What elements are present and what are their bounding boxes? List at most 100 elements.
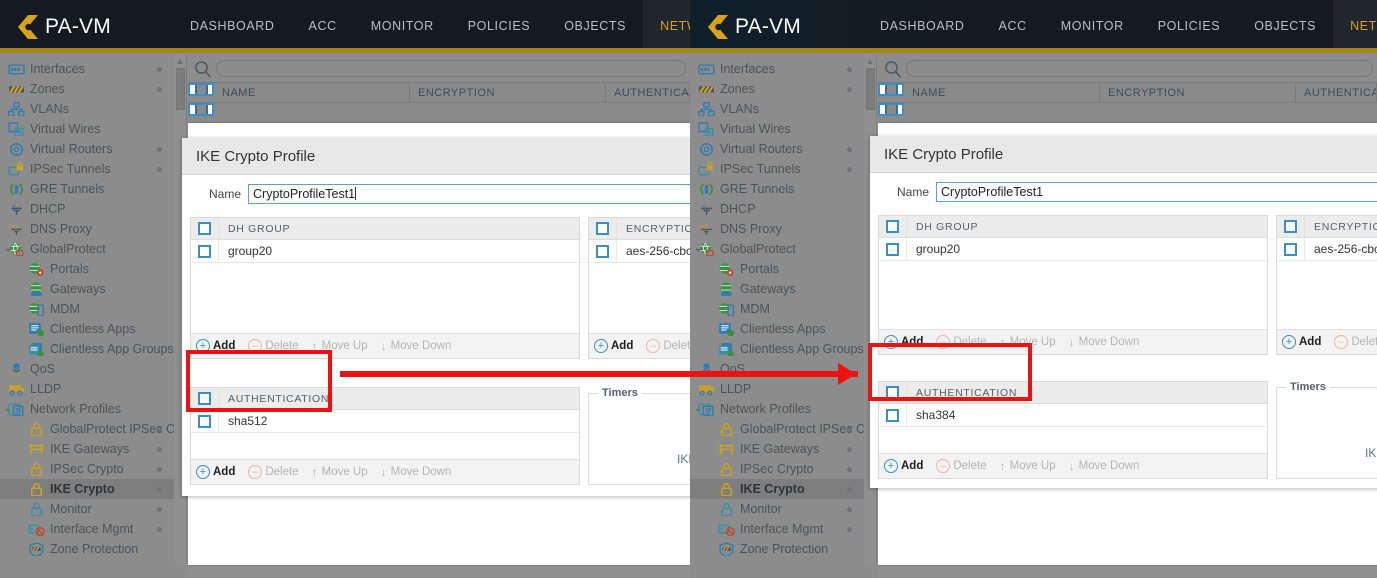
profile-name-input[interactable]: CryptoProfileTest1 (936, 182, 1377, 202)
table-row[interactable]: sha384 (879, 404, 1267, 427)
auth-add-button[interactable]: +Add (884, 459, 923, 473)
row-checkbox[interactable] (885, 103, 898, 116)
col-name[interactable]: NAME (214, 83, 410, 102)
auth-row-checkbox[interactable] (886, 409, 899, 422)
col-name[interactable]: NAME (904, 83, 1100, 102)
auth-row-checkbox[interactable] (198, 415, 211, 428)
sidebar-item-gre-tunnels[interactable]: GRE Tunnels (690, 179, 864, 199)
sidebar-item-clientless-app-groups[interactable]: Clientless App Groups (0, 339, 174, 359)
nav-item-acc[interactable]: ACC (292, 0, 354, 53)
encryption-row-checkbox[interactable] (1284, 243, 1297, 256)
select-all-cell[interactable] (188, 83, 214, 96)
sidebar-item-clientless-apps[interactable]: Clientless Apps (0, 319, 174, 339)
sidebar-item-mdm[interactable]: MDM (690, 299, 864, 319)
sidebar-item-gateways[interactable]: Gateways (690, 279, 864, 299)
row-checkbox[interactable] (195, 103, 208, 116)
encryption-delete-button[interactable]: –Delete (1334, 335, 1377, 349)
row-select-cell[interactable] (188, 103, 214, 116)
sidebar-item-zones[interactable]: Zones (690, 79, 864, 99)
sidebar-item-clientless-apps[interactable]: Clientless Apps (690, 319, 864, 339)
encryption-select-all-cell[interactable] (1277, 216, 1305, 237)
col-encryption[interactable]: ENCRYPTION (410, 83, 606, 102)
dh-group-row-checkbox-cell[interactable] (879, 238, 907, 260)
sidebar-item-lldp[interactable]: LLDP (690, 379, 864, 399)
nav-item-policies[interactable]: POLICIES (1141, 0, 1237, 53)
dh-group-row-checkbox[interactable] (886, 243, 899, 256)
auth-move-down-button[interactable]: ↓Move Down (1069, 459, 1140, 473)
encryption-select-all-checkbox[interactable] (596, 222, 609, 235)
auth-select-all-cell[interactable] (879, 382, 907, 403)
sidebar-item-qos[interactable]: QoSQoS (690, 359, 864, 379)
sidebar-item-portals[interactable]: Portals (0, 259, 174, 279)
col-encryption[interactable]: ENCRYPTION (1100, 83, 1296, 102)
auth-delete-button[interactable]: –Delete (936, 459, 986, 473)
sidebar-item-ipsec-tunnels[interactable]: IPSec Tunnels (0, 159, 174, 179)
sidebar-item-ike-crypto[interactable]: IKE Crypto (0, 479, 174, 499)
scrollbar-thumb[interactable] (866, 68, 875, 110)
encryption-delete-button[interactable]: –Delete (646, 339, 690, 353)
auth-add-button[interactable]: +Add (196, 465, 235, 479)
encryption-select-all-cell[interactable] (589, 218, 617, 239)
sidebar-item-lldp[interactable]: LLDP (0, 379, 174, 399)
nav-item-network[interactable]: NETWORK (1333, 0, 1377, 53)
sidebar-item-monitor[interactable]: Monitor (690, 499, 864, 519)
row-select-cell[interactable] (878, 103, 904, 116)
encryption-header-label[interactable]: ENCRYPTION (1305, 221, 1377, 233)
dh-group-move-up-button[interactable]: ↑Move Up (312, 339, 368, 353)
scrollbar-thumb[interactable] (176, 68, 185, 110)
table-row[interactable]: aes-256-cbc (1277, 238, 1377, 261)
horizontal-scrollbar-right[interactable] (878, 565, 1377, 578)
sidebar-item-interfaces[interactable]: Interfaces (0, 59, 174, 79)
nav-item-objects[interactable]: OBJECTS (547, 0, 643, 53)
sidebar-item-interface-mgmt[interactable]: Interface Mgmt (0, 519, 174, 539)
dh-group-row-checkbox-cell[interactable] (191, 240, 219, 262)
sidebar-item-network-profiles[interactable]: ⌄Network Profiles (690, 399, 864, 419)
encryption-add-button[interactable]: +Add (1282, 335, 1321, 349)
auth-move-down-button[interactable]: ↓Move Down (381, 465, 452, 479)
sidebar-item-ipsec-crypto[interactable]: IPSec Crypto (0, 459, 174, 479)
dh-group-add-button[interactable]: +Add (196, 339, 235, 353)
dh-group-header-label[interactable]: DH GROUP (219, 223, 290, 235)
auth-move-up-button[interactable]: ↑Move Up (1000, 459, 1056, 473)
profile-name-input[interactable]: CryptoProfileTest1 (248, 184, 690, 204)
dh-group-select-all-cell[interactable] (191, 218, 219, 239)
dh-group-move-down-button[interactable]: ↓Move Down (1069, 335, 1140, 349)
sidebar-item-gateways[interactable]: Gateways (0, 279, 174, 299)
encryption-row-checkbox[interactable] (596, 245, 609, 258)
sidebar-item-dhcp[interactable]: IPDHCP (690, 199, 864, 219)
sidebar-item-dns-proxy[interactable]: DNSDNS Proxy (690, 219, 864, 239)
dh-group-move-down-button[interactable]: ↓Move Down (381, 339, 452, 353)
auth-move-up-button[interactable]: ↑Move Up (312, 465, 368, 479)
select-all-cell[interactable] (878, 83, 904, 96)
sidebar-item-interfaces[interactable]: Interfaces (690, 59, 864, 79)
encryption-row-checkbox-cell[interactable] (589, 240, 617, 262)
sidebar-item-globalprotect-ipsec-cry[interactable]: GlobalProtect IPSec Cry (0, 419, 174, 439)
nav-item-monitor[interactable]: MONITOR (1044, 0, 1141, 53)
select-all-checkbox[interactable] (885, 83, 898, 96)
encryption-add-button[interactable]: +Add (594, 339, 633, 353)
nav-item-dashboard[interactable]: DASHBOARD (863, 0, 982, 53)
sidebar-item-dns-proxy[interactable]: DNSDNS Proxy (0, 219, 174, 239)
dh-group-add-button[interactable]: +Add (884, 335, 923, 349)
encryption-row-checkbox-cell[interactable] (1277, 238, 1305, 260)
search-input[interactable] (906, 60, 1373, 77)
horizontal-scrollbar-left[interactable] (188, 565, 690, 578)
sidebar-item-monitor[interactable]: Monitor (0, 499, 174, 519)
sidebar-item-interface-mgmt[interactable]: Interface Mgmt (690, 519, 864, 539)
auth-select-all-cell[interactable] (191, 388, 219, 409)
sidebar-item-virtual-wires[interactable]: Virtual Wires (0, 119, 174, 139)
auth-row-checkbox-cell[interactable] (879, 404, 907, 426)
auth-row-checkbox-cell[interactable] (191, 410, 219, 432)
dh-group-delete-button[interactable]: –Delete (248, 339, 298, 353)
nav-item-policies[interactable]: POLICIES (451, 0, 547, 53)
col-authentication[interactable]: AUTHENTICATION (606, 83, 690, 102)
sidebar-item-globalprotect[interactable]: ⌄GlobalProtect (690, 239, 864, 259)
encryption-header-label[interactable]: ENCRYPTION (617, 223, 690, 235)
sidebar-item-virtual-routers[interactable]: Virtual Routers (0, 139, 174, 159)
scroll-up-arrow-icon[interactable]: ▲ (865, 56, 876, 67)
auth-delete-button[interactable]: –Delete (248, 465, 298, 479)
dh-group-select-all-checkbox[interactable] (198, 222, 211, 235)
select-all-checkbox[interactable] (195, 83, 208, 96)
sidebar-item-clientless-app-groups[interactable]: Clientless App Groups (690, 339, 864, 359)
nav-item-objects[interactable]: OBJECTS (1237, 0, 1333, 53)
